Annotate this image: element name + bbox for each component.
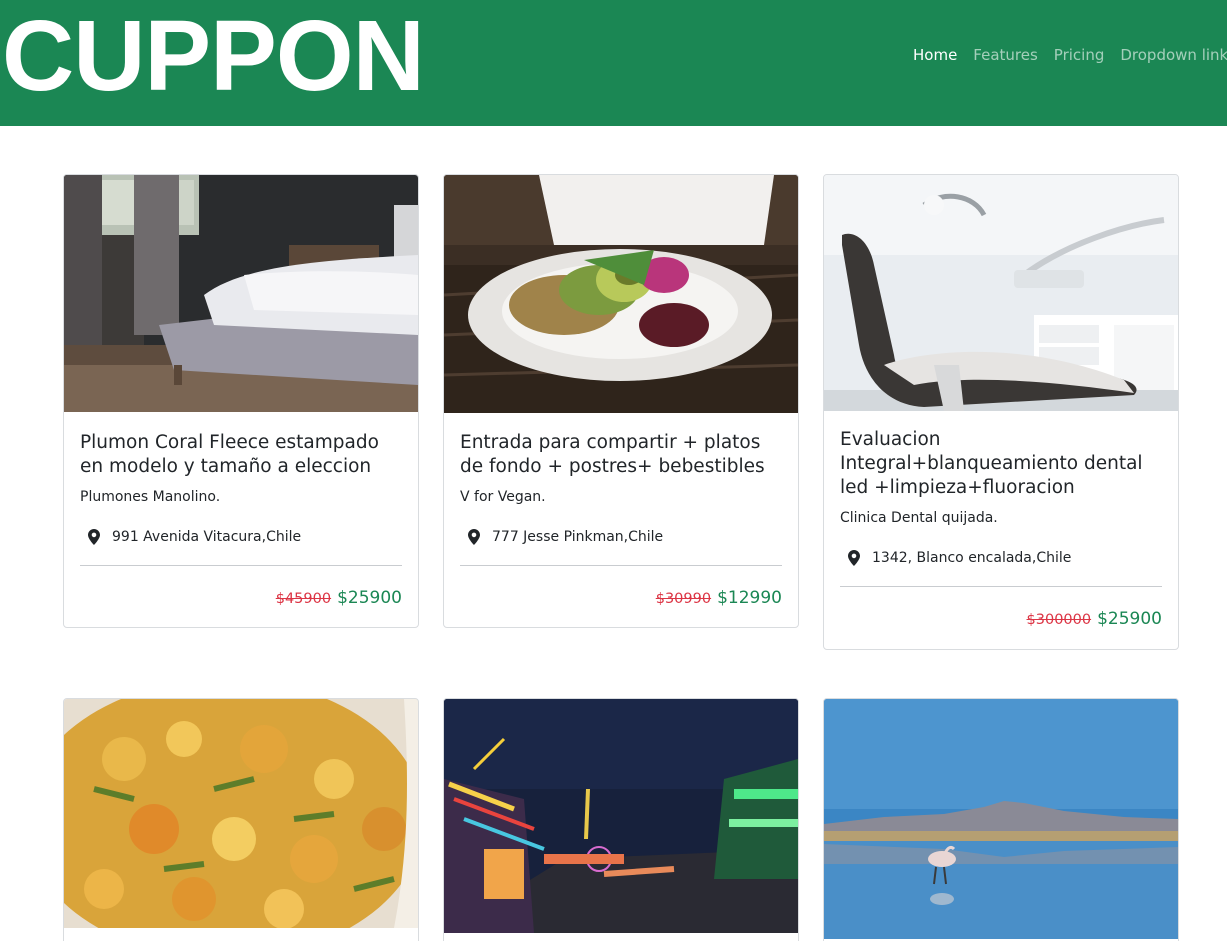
card-vendor: Clinica Dental quijada. — [840, 510, 998, 526]
old-price: $45900 — [275, 591, 332, 607]
map-pin-icon — [468, 529, 480, 545]
card-price: $300000 $25900 — [840, 607, 1162, 632]
card-body: Evaluacion Integral+blanqueamiento denta… — [840, 428, 1162, 632]
nav-features[interactable]: Features — [973, 45, 1038, 65]
card-price: $45900 $25900 — [80, 586, 402, 611]
brand-logo[interactable]: CUPPON — [2, 4, 425, 108]
nav-dropdown-label: Dropdown link — [1120, 46, 1227, 64]
card-image-flamingo-lake[interactable] — [824, 699, 1178, 939]
deal-card[interactable] — [443, 698, 799, 941]
new-price: $25900 — [1097, 609, 1162, 629]
card-image-dental-chair[interactable] — [824, 175, 1178, 411]
deal-card[interactable] — [823, 698, 1179, 941]
deal-card[interactable]: Plumon Coral Fleece estampado en modelo … — [63, 174, 419, 628]
new-price: $12990 — [717, 588, 782, 608]
card-location: 1342, Blanco encalada,Chile — [840, 548, 1162, 568]
deal-card[interactable]: Entrada para compartir + platos de fondo… — [443, 174, 799, 628]
old-price: $30990 — [655, 591, 712, 607]
old-price: $300000 — [1026, 612, 1092, 628]
card-vendor: Plumones Manolino. — [80, 489, 221, 505]
card-divider — [80, 565, 402, 566]
nav-pricing[interactable]: Pricing — [1054, 45, 1105, 65]
card-location-text: 777 Jesse Pinkman,Chile — [492, 529, 664, 545]
navbar: CUPPON Home Features Pricing Dropdown li… — [0, 0, 1227, 126]
card-body: Plumon Coral Fleece estampado en modelo … — [80, 431, 402, 611]
deal-card[interactable]: Evaluacion Integral+blanqueamiento denta… — [823, 174, 1179, 650]
card-vendor: V for Vegan. — [460, 489, 546, 505]
card-location: 991 Avenida Vitacura,Chile — [80, 527, 402, 547]
card-image-food-stew[interactable] — [64, 699, 418, 928]
card-image-night-fair[interactable] — [444, 699, 798, 933]
card-title[interactable]: Evaluacion Integral+blanqueamiento denta… — [840, 428, 1162, 500]
deal-card[interactable] — [63, 698, 419, 941]
card-location-text: 991 Avenida Vitacura,Chile — [112, 529, 302, 545]
card-price: $30990 $12990 — [460, 586, 782, 611]
card-location: 777 Jesse Pinkman,Chile — [460, 527, 782, 547]
nav-dropdown[interactable]: Dropdown link — [1120, 45, 1227, 65]
card-image-bedroom[interactable] — [64, 175, 418, 412]
card-divider — [840, 586, 1162, 587]
map-pin-icon — [848, 550, 860, 566]
card-divider — [460, 565, 782, 566]
new-price: $25900 — [337, 588, 402, 608]
card-title[interactable]: Plumon Coral Fleece estampado en modelo … — [80, 431, 402, 479]
card-title[interactable]: Entrada para compartir + platos de fondo… — [460, 431, 782, 479]
card-body: Entrada para compartir + platos de fondo… — [460, 431, 782, 611]
nav-home[interactable]: Home — [913, 45, 957, 65]
nav-links: Home Features Pricing Dropdown link — [913, 45, 1227, 65]
card-image-vegan-dish[interactable] — [444, 175, 798, 413]
card-location-text: 1342, Blanco encalada,Chile — [872, 550, 1072, 566]
map-pin-icon — [88, 529, 100, 545]
